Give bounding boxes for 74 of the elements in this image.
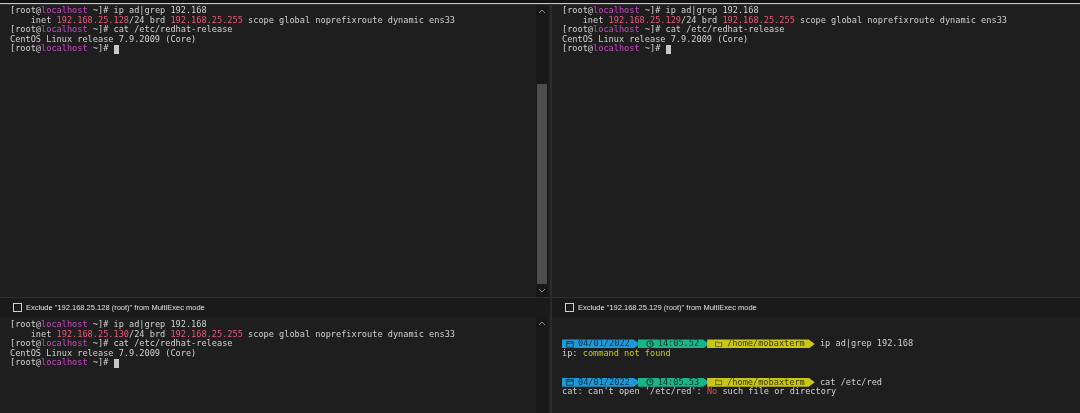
terminal-text: cat /etc/red [818,377,883,387]
hostname-text: localhost [41,25,88,35]
error-message-text: command not found [582,348,671,359]
folder-icon [715,378,724,387]
terminal-text: CentOS Linux release 7.9.2009 (Core) [562,34,749,44]
hostname-text: localhost [593,25,640,35]
terminal-text: inet [582,15,605,25]
terminal-text: CentOS Linux release 7.9.2009 (Core) [10,34,197,44]
terminal-text: [root@ [562,25,594,35]
ip-address-text: 192.168.25.255 [170,329,243,339]
hostname-text: localhost [41,320,88,329]
scroll-up-icon[interactable] [538,9,546,14]
terminal-pane[interactable]: 04/01/2022 14:05.52 /home/mobaxterm ip ad|grep 192.168 ip: command not found 04/01/2022 14:05.53 /home/mobaxterm cat /etc/red cat: can't open '/etc/red': No such file or directory [552,317,1080,413]
ip-address-text: 192.168.25.255 [170,15,243,25]
terminal-text: /24 brd [129,329,167,339]
terminal-text: [root@ [10,6,42,15]
path-segment: /home/mobaxterm [707,377,815,387]
error-word-text: No [706,387,718,397]
clock-icon [645,340,654,348]
terminal-text: ~]# ip ad|grep 192.168 [92,6,207,16]
folder-icon [715,340,724,348]
calendar-icon [566,378,574,387]
hostname-text: localhost [41,358,88,368]
terminal-text: [root@ [10,44,42,54]
terminal-text: /24 brd [129,15,167,25]
date-segment: 04/01/2022 [562,377,640,387]
hostname-text: localhost [593,6,640,15]
terminal-text: /24 brd [681,15,719,25]
terminal-text: [root@ [10,339,42,349]
terminal-text: inet [30,15,53,25]
scrollbar[interactable] [536,317,548,413]
terminal-text: [root@ [10,25,42,35]
hostname-text: localhost [41,44,88,54]
terminal-text: [root@ [562,44,594,54]
terminal-text: cat: can't open '/etc/red': [562,387,703,397]
terminal-text: [root@ [10,358,42,368]
time-segment: 14:05.52 [637,339,710,349]
terminal-text: ~]# [91,44,110,54]
terminal-text: ~]# [643,44,662,54]
clock-icon [645,378,654,387]
hostname-text: localhost [41,339,88,349]
terminal-text: scope global noprefixroute dynamic ens33 [247,15,455,26]
checkbox[interactable] [565,303,574,312]
ip-address-text: 192.168.25.129 [608,15,681,25]
terminal-text: ~]# [91,358,110,368]
hostname-text: localhost [41,6,88,15]
hostname-text: localhost [593,44,640,54]
terminal-text: ~]# cat /etc/redhat-release [643,25,785,35]
calendar-icon [566,340,574,348]
terminal-text: inet [30,329,53,339]
scrollbar[interactable] [536,5,548,297]
terminal-text: scope global noprefixroute dynamic ens33 [247,329,455,340]
ip-address-text: 192.168.25.130 [56,329,129,339]
ip-address-text: 192.168.25.255 [722,15,795,25]
time-segment: 14:05.53 [637,377,710,387]
scrollbar-thumb[interactable] [537,84,547,284]
terminal-text: [root@ [562,6,594,15]
terminal-text: [root@ [10,320,42,329]
terminal-text: ~]# ip ad|grep 192.168 [644,6,759,16]
terminal-text: scope global noprefixroute dynamic ens33 [799,15,1007,26]
path-segment: /home/mobaxterm [707,339,815,349]
terminal-text: ~]# cat /etc/redhat-release [91,25,233,35]
terminal-pane[interactable] [0,317,550,413]
checkbox[interactable] [13,303,22,312]
terminal-text: ip ad|grep 192.168 [818,339,914,349]
terminal-text: ~]# ip ad|grep 192.168 [92,320,207,330]
terminal-text: ~]# cat /etc/redhat-release [91,339,233,349]
scroll-up-icon[interactable] [538,321,546,326]
scroll-down-icon[interactable] [538,288,546,293]
ip-address-text: 192.168.25.128 [56,15,129,25]
terminal-text: ip: [562,348,579,359]
terminal-text: such file or directory [721,387,837,397]
terminal-text: CentOS Linux release 7.9.2009 (Core) [10,348,197,358]
date-segment: 04/01/2022 [562,339,640,349]
